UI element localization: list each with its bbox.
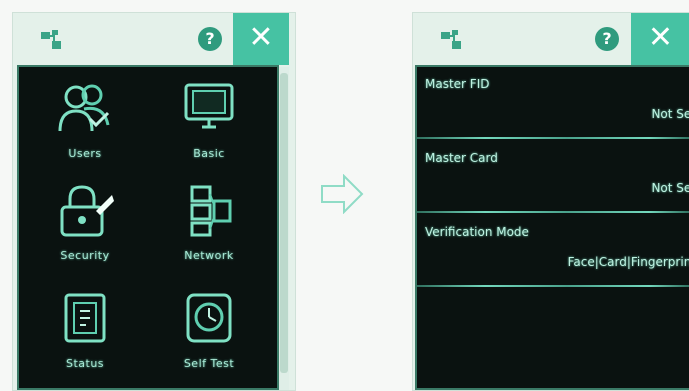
setting-row-master-card[interactable]: Master Card Not Set <box>417 141 689 213</box>
close-button[interactable]: ✕ <box>233 13 289 65</box>
tile-basic[interactable]: Basic <box>153 81 265 181</box>
menu-grid: Users Basic Security Network Status Self… <box>17 65 279 390</box>
row-divider <box>417 211 689 213</box>
monitor-icon <box>184 83 234 129</box>
help-button[interactable]: ? <box>595 27 619 51</box>
app-icon <box>41 30 61 49</box>
tile-self-test[interactable]: Self Test <box>153 291 265 391</box>
security-titlebar: ? ✕ <box>413 13 689 65</box>
setting-title: Master Card <box>425 151 498 165</box>
row-divider <box>417 137 689 139</box>
setting-title: Verification Mode <box>425 225 529 239</box>
tile-label: Security <box>60 249 110 262</box>
security-window: ? ✕ Master FID Not Set Master Card Not S… <box>412 12 689 391</box>
tile-label: Network <box>184 249 234 262</box>
setting-title: Master FID <box>425 77 490 91</box>
setting-row-master-fid[interactable]: Master FID Not Set <box>417 67 689 139</box>
tile-label: Users <box>68 147 102 160</box>
menu-titlebar: ? ✕ <box>13 13 295 65</box>
status-icon <box>64 293 106 343</box>
scrollbar-thumb[interactable] <box>280 73 288 373</box>
tile-label: Basic <box>193 147 225 160</box>
setting-value: Face|Card|Fingerprint <box>567 255 689 269</box>
tile-security[interactable]: Security <box>29 183 141 283</box>
close-button[interactable]: ✕ <box>631 13 689 65</box>
tile-label: Status <box>65 357 105 370</box>
app-icon <box>441 30 461 49</box>
users-icon <box>58 84 110 132</box>
tile-users[interactable]: Users <box>29 81 141 181</box>
scrollbar[interactable] <box>279 67 289 390</box>
tile-network[interactable]: Network <box>153 183 265 283</box>
help-button[interactable]: ? <box>198 27 222 51</box>
arrow-right-icon <box>321 174 364 214</box>
setting-value: Not Set <box>651 181 689 195</box>
security-settings-list: Master FID Not Set Master Card Not Set V… <box>415 65 689 390</box>
menu-window: ? ✕ Users Basic Security Network Status … <box>12 12 296 391</box>
self-test-icon <box>186 293 232 343</box>
tile-status[interactable]: Status <box>29 291 141 391</box>
lock-icon <box>60 185 114 237</box>
row-divider <box>417 285 689 287</box>
setting-row-verification-mode[interactable]: Verification Mode Face|Card|Fingerprint <box>417 215 689 287</box>
tile-label: Self Test <box>183 357 235 370</box>
network-icon <box>190 185 232 237</box>
setting-value: Not Set <box>651 107 689 121</box>
